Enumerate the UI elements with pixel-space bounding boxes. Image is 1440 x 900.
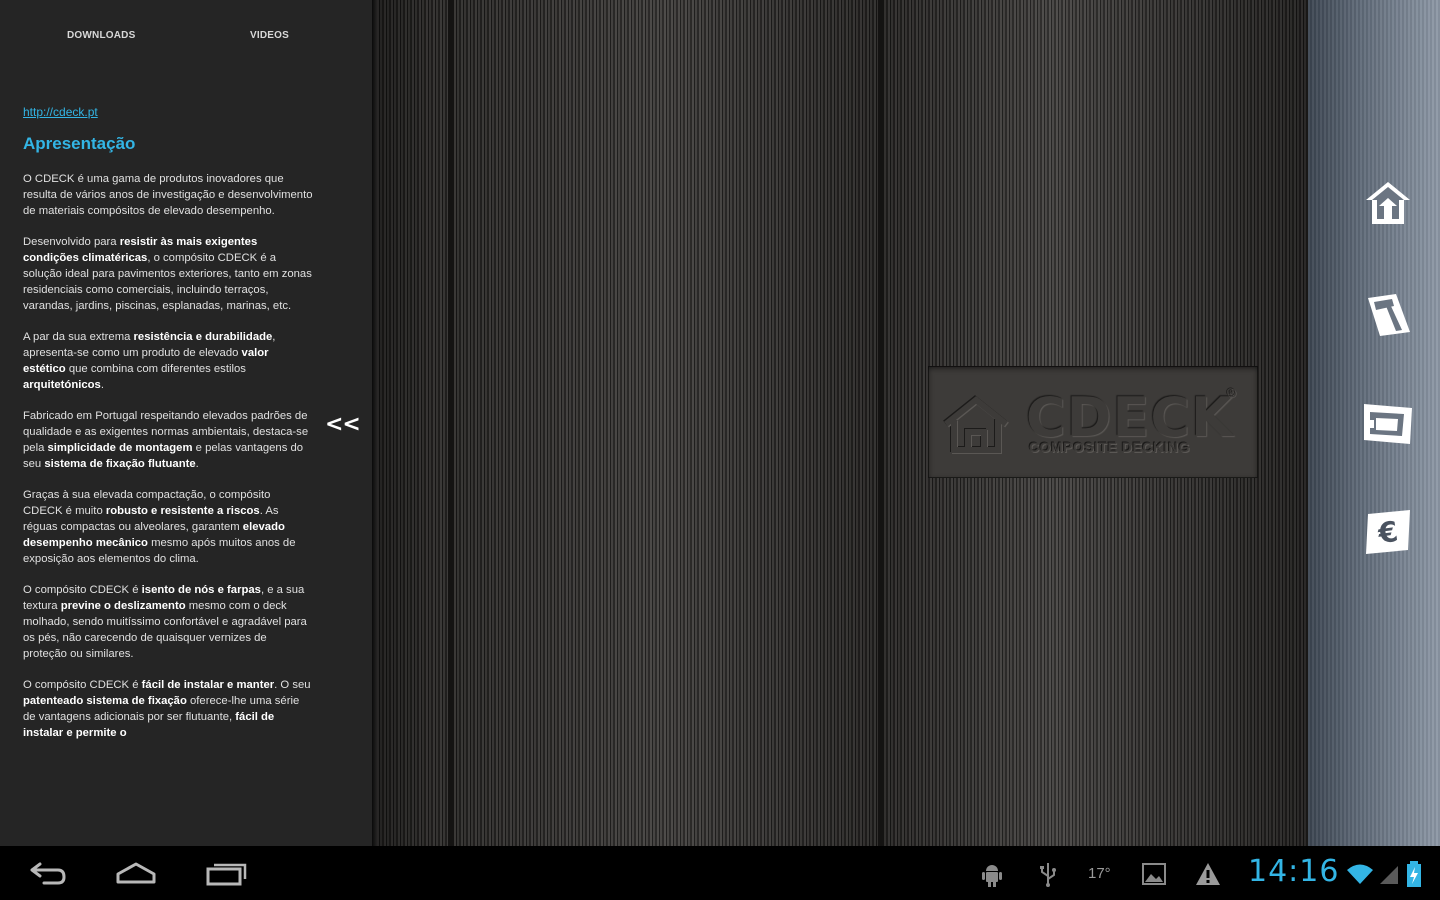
home-nav-button[interactable] bbox=[112, 858, 160, 888]
board-gap bbox=[372, 0, 378, 846]
description-paragraph: O compósito CDECK é isento de nós e farp… bbox=[23, 582, 313, 662]
right-sidebar: € bbox=[1308, 0, 1440, 846]
price-button[interactable]: € bbox=[1360, 504, 1416, 560]
usb-icon bbox=[1040, 863, 1056, 887]
drawer-tabs: DOWNLOADS VIDEOS bbox=[0, 30, 372, 54]
board-shade bbox=[454, 0, 878, 846]
paragraph-text: que combina com diferentes estilos bbox=[65, 363, 246, 375]
description-paragraph: O compósito CDECK é fácil de instalar e … bbox=[23, 677, 313, 741]
tab-downloads[interactable]: DOWNLOADS bbox=[67, 30, 135, 41]
highlighted-text: arquitetónicos bbox=[23, 379, 101, 391]
deck-background: CDECK ® COMPOSITE DECKING bbox=[372, 0, 1308, 846]
paragraph-text: . bbox=[195, 458, 199, 470]
highlighted-text: robusto e resistente a riscos bbox=[105, 505, 260, 517]
collapse-drawer-button[interactable]: << bbox=[325, 412, 365, 442]
board-shade bbox=[378, 0, 448, 846]
logo-subtitle: COMPOSITE DECKING bbox=[1029, 439, 1190, 455]
system-bar: 17° 14:16 bbox=[0, 846, 1440, 900]
profile-icon bbox=[1364, 404, 1412, 444]
picture-icon bbox=[1142, 863, 1166, 885]
logo-registered-mark: ® bbox=[1227, 386, 1236, 400]
paragraph-text: O compósito CDECK é bbox=[23, 584, 142, 596]
measure-button[interactable] bbox=[1360, 286, 1416, 342]
paragraph-text: Desenvolvido para bbox=[23, 236, 120, 248]
home-outline-icon bbox=[116, 862, 156, 884]
description-paragraph: A par da sua extrema resistência e durab… bbox=[23, 329, 313, 393]
signal-icon bbox=[1380, 866, 1398, 884]
highlighted-text: sistema de fixação flutuante bbox=[44, 458, 196, 470]
description-paragraph: Graças à sua elevada compactação, o comp… bbox=[23, 487, 313, 567]
drawer-fade bbox=[0, 806, 372, 846]
highlighted-text: isento de nós e farpas bbox=[141, 584, 261, 596]
paragraph-text: . bbox=[100, 379, 104, 391]
euro-icon: € bbox=[1366, 510, 1410, 554]
warning-icon bbox=[1196, 863, 1220, 885]
back-button[interactable] bbox=[22, 858, 70, 888]
home-icon bbox=[1366, 182, 1410, 224]
highlighted-text: previne o deslizamento bbox=[60, 600, 186, 612]
android-debug-icon bbox=[982, 865, 1002, 887]
description-paragraph: Fabricado em Portugal respeitando elevad… bbox=[23, 408, 313, 472]
paragraph-text: . O seu bbox=[274, 679, 311, 691]
wifi-icon bbox=[1347, 864, 1373, 884]
description-text: O CDECK é uma gama de produtos inovadore… bbox=[23, 171, 313, 741]
description-paragraph: O CDECK é uma gama de produtos inovadore… bbox=[23, 171, 313, 219]
highlighted-text: simplicidade de montagem bbox=[47, 442, 193, 454]
board-gap bbox=[878, 0, 884, 846]
cdeck-logo: CDECK ® COMPOSITE DECKING bbox=[928, 366, 1258, 478]
website-link[interactable]: http://cdeck.pt bbox=[23, 105, 98, 119]
paragraph-text: A par da sua extrema bbox=[23, 331, 134, 343]
tab-videos[interactable]: VIDEOS bbox=[250, 30, 289, 41]
clock: 14:16 bbox=[1248, 854, 1340, 889]
home-button[interactable] bbox=[1360, 176, 1416, 232]
profile-button[interactable] bbox=[1360, 396, 1416, 452]
measure-icon bbox=[1368, 294, 1410, 336]
section-title: Apresentação bbox=[23, 134, 136, 153]
battery-charging-icon bbox=[1407, 861, 1421, 887]
house-logo-icon bbox=[943, 395, 1009, 454]
paragraph-text: O CDECK é uma gama de produtos inovadore… bbox=[23, 173, 313, 217]
description-paragraph: Desenvolvido para resistir às mais exige… bbox=[23, 234, 313, 314]
highlighted-text: fácil de instalar e manter bbox=[141, 679, 275, 691]
highlighted-text: patenteado sistema de fixação bbox=[23, 695, 187, 707]
board-gap bbox=[448, 0, 454, 846]
temperature-text: 17° bbox=[1088, 865, 1111, 882]
highlighted-text: resistência e durabilidade bbox=[133, 331, 273, 343]
recent-apps-button[interactable] bbox=[202, 858, 250, 888]
side-drawer: DOWNLOADS VIDEOS http://cdeck.pt Apresen… bbox=[0, 0, 372, 846]
drawer-content: http://cdeck.pt Apresentação O CDECK é u… bbox=[23, 103, 313, 741]
back-arrow-icon bbox=[30, 862, 66, 885]
paragraph-text: O compósito CDECK é bbox=[23, 679, 142, 691]
recent-apps-icon bbox=[206, 863, 247, 886]
